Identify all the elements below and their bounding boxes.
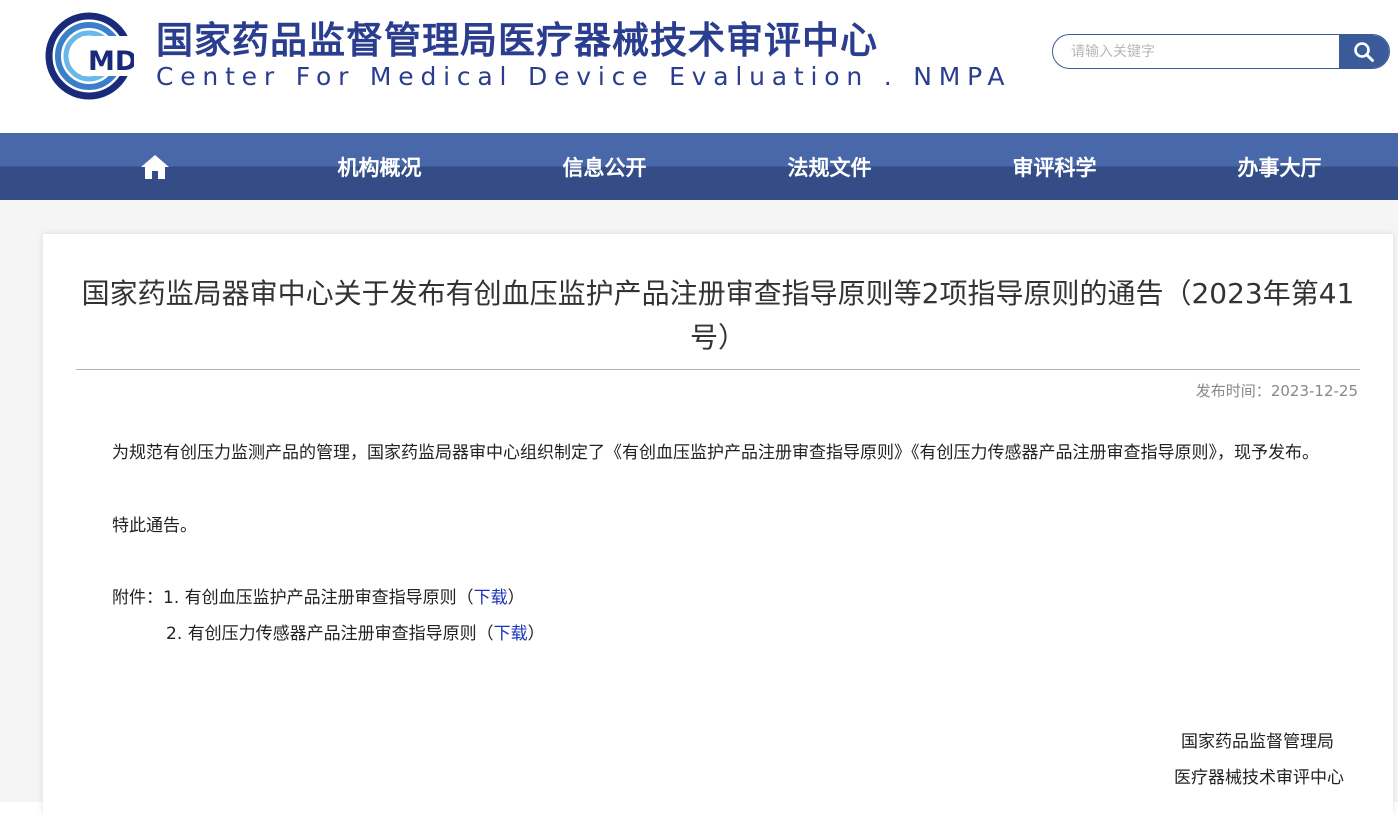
mde-logo[interactable]: MDE	[44, 12, 156, 100]
title-divider	[76, 369, 1360, 370]
attachment-1-download-link[interactable]: 下载	[474, 588, 508, 608]
publish-date: 2023-12-25	[1270, 382, 1358, 400]
site-header: MDE 国家药品监督管理局医疗器械技术审评中心 Center For Medic…	[0, 0, 1398, 133]
attachment-item-1: 附件：1. 有创血压监护产品注册审查指导原则（下载）	[112, 580, 525, 616]
nav-item-about[interactable]: 机构概况	[267, 133, 492, 200]
attachment-item-2: 2. 有创压力传感器产品注册审查指导原则（下载）	[166, 616, 545, 652]
attachment-2-text: 2. 有创压力传感器产品注册审查指导原则（	[166, 624, 494, 644]
search-input[interactable]	[1053, 35, 1341, 68]
nav-item-regulations[interactable]: 法规文件	[717, 133, 942, 200]
article-paragraph-1: 为规范有创压力监测产品的管理，国家药监局器审中心组织制定了《有创血压监护产品注册…	[112, 443, 1319, 463]
main-nav: 机构概况 信息公开 法规文件 审评科学 办事大厅	[0, 133, 1398, 200]
attachment-2-suffix: ）	[527, 624, 545, 644]
signature-line-2: 医疗器械技术审评中心	[1174, 768, 1344, 788]
attachment-2-download-link[interactable]: 下载	[494, 624, 528, 644]
nav-item-science[interactable]: 审评科学	[942, 133, 1167, 200]
search-button[interactable]	[1339, 35, 1389, 68]
search-box	[1052, 34, 1390, 69]
signature-line-1: 国家药品监督管理局	[1181, 732, 1334, 752]
attachment-1-text: 1. 有创血压监护产品注册审查指导原则（	[163, 588, 474, 608]
home-icon	[140, 154, 169, 179]
nav-home[interactable]	[42, 133, 267, 200]
site-title-cn: 国家药品监督管理局医疗器械技术审评中心	[156, 18, 878, 62]
attachment-label: 附件：	[112, 588, 163, 608]
publish-label: 发布时间：	[1195, 382, 1271, 400]
publish-time: 发布时间：2023-12-25	[1196, 379, 1358, 403]
site-title-en: Center For Medical Device Evaluation . N…	[156, 62, 1012, 91]
article-title: 国家药监局器审中心关于发布有创血压监护产品注册审查指导原则等2项指导原则的通告（…	[81, 277, 1355, 354]
search-icon	[1354, 41, 1374, 62]
article-card: 国家药监局器审中心关于发布有创血压监护产品注册审查指导原则等2项指导原则的通告（…	[43, 234, 1393, 814]
nav-item-services[interactable]: 办事大厅	[1167, 133, 1392, 200]
article-paragraph-2: 特此通告。	[112, 516, 197, 536]
nav-item-info[interactable]: 信息公开	[492, 133, 717, 200]
attachment-1-suffix: ）	[507, 588, 525, 608]
logo-text: MDE	[88, 46, 134, 77]
